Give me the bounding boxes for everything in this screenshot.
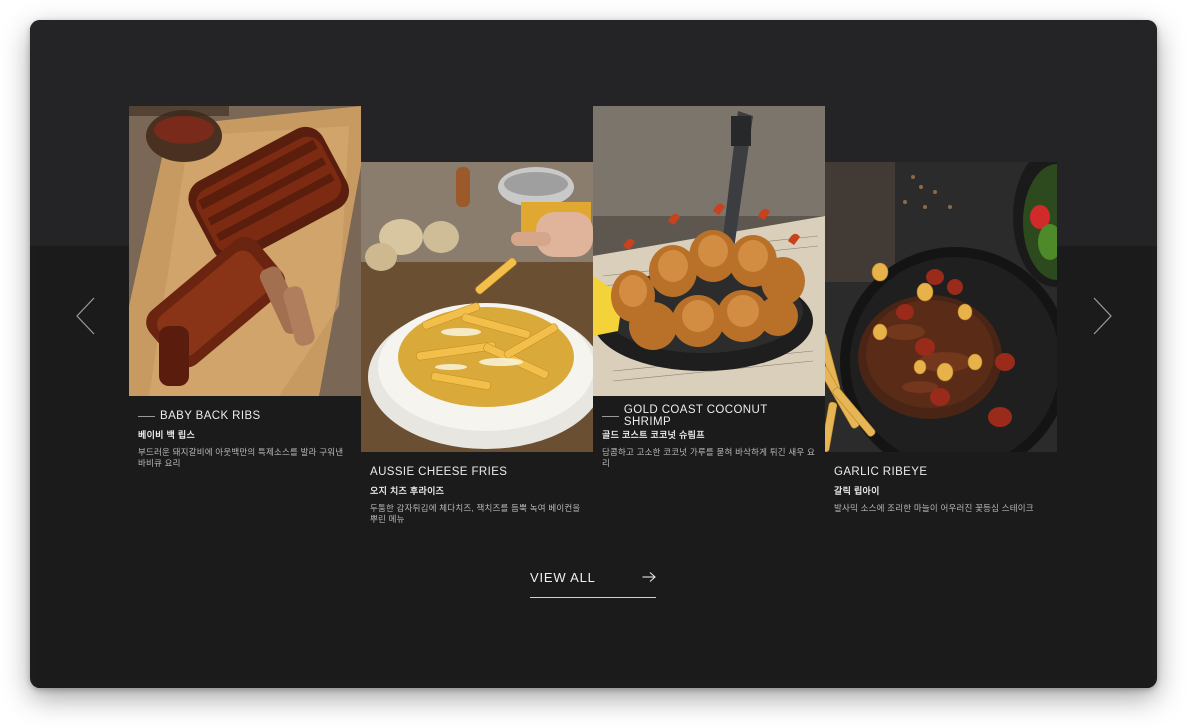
- carousel-next-button[interactable]: [1090, 296, 1114, 336]
- menu-card-aussie-cheese-fries[interactable]: AUSSIE CHEESE FRIES 오지 치즈 후라이즈 두툼한 감자튀김에…: [361, 162, 593, 525]
- menu-card-description: 부드러운 돼지갈비에 아웃백만의 특제소스를 발라 구워낸 바비큐 요리: [138, 447, 344, 468]
- view-all-label: VIEW ALL: [530, 570, 596, 585]
- menu-card-baby-back-ribs[interactable]: BABY BACK RIBS 베이비 백 립스 부드러운 돼지갈비에 아웃백만의…: [129, 106, 361, 469]
- menu-card-title: GOLD COAST COCONUT SHRIMP: [623, 404, 768, 428]
- menu-card-subtitle: 골드 코스트 코코넛 슈림프: [602, 430, 705, 440]
- carousel-prev-button[interactable]: [74, 296, 98, 336]
- title-dash: [138, 415, 155, 417]
- shrimp-photo: [593, 106, 825, 396]
- menu-card-title: AUSSIE CHEESE FRIES: [370, 466, 508, 478]
- view-all-link[interactable]: VIEW ALL: [530, 568, 656, 598]
- menu-card-title: BABY BACK RIBS: [160, 410, 261, 422]
- menu-card-garlic-ribeye[interactable]: GARLIC RIBEYE 갈릭 립아이 발사믹 소스에 조리한 마늘이 어우러…: [825, 162, 1057, 514]
- menu-card-subtitle: 갈릭 립아이: [834, 486, 880, 496]
- chevron-right-icon: [1093, 297, 1112, 335]
- menu-card-subtitle: 오지 치즈 후라이즈: [370, 486, 445, 496]
- ribs-photo: [129, 106, 361, 396]
- title-dash: [602, 415, 619, 417]
- menu-card-description: 두툼한 감자튀김에 체다치즈, 잭치즈를 듬뿍 녹여 베이컨을 뿌린 메뉴: [370, 503, 581, 524]
- menu-card-title: GARLIC RIBEYE: [834, 466, 928, 478]
- chevron-left-icon: [76, 297, 95, 335]
- arrow-right-icon: [642, 572, 656, 582]
- menu-card-description: 담콤하고 고소한 코코넛 가루를 묻혀 바삭하게 튀긴 새우 요리: [602, 447, 815, 468]
- menu-card-subtitle: 베이비 백 립스: [138, 430, 196, 440]
- fries-photo: [361, 162, 593, 452]
- menu-carousel-window: BABY BACK RIBS 베이비 백 립스 부드러운 돼지갈비에 아웃백만의…: [30, 20, 1157, 688]
- menu-card-description: 발사믹 소스에 조리한 마늘이 어우러진 꽃등심 스테이크: [834, 503, 1034, 513]
- ribeye-photo: [825, 162, 1057, 452]
- menu-card-gold-coast-coconut-shrimp[interactable]: GOLD COAST COCONUT SHRIMP 골드 코스트 코코넛 슈림프…: [593, 106, 825, 469]
